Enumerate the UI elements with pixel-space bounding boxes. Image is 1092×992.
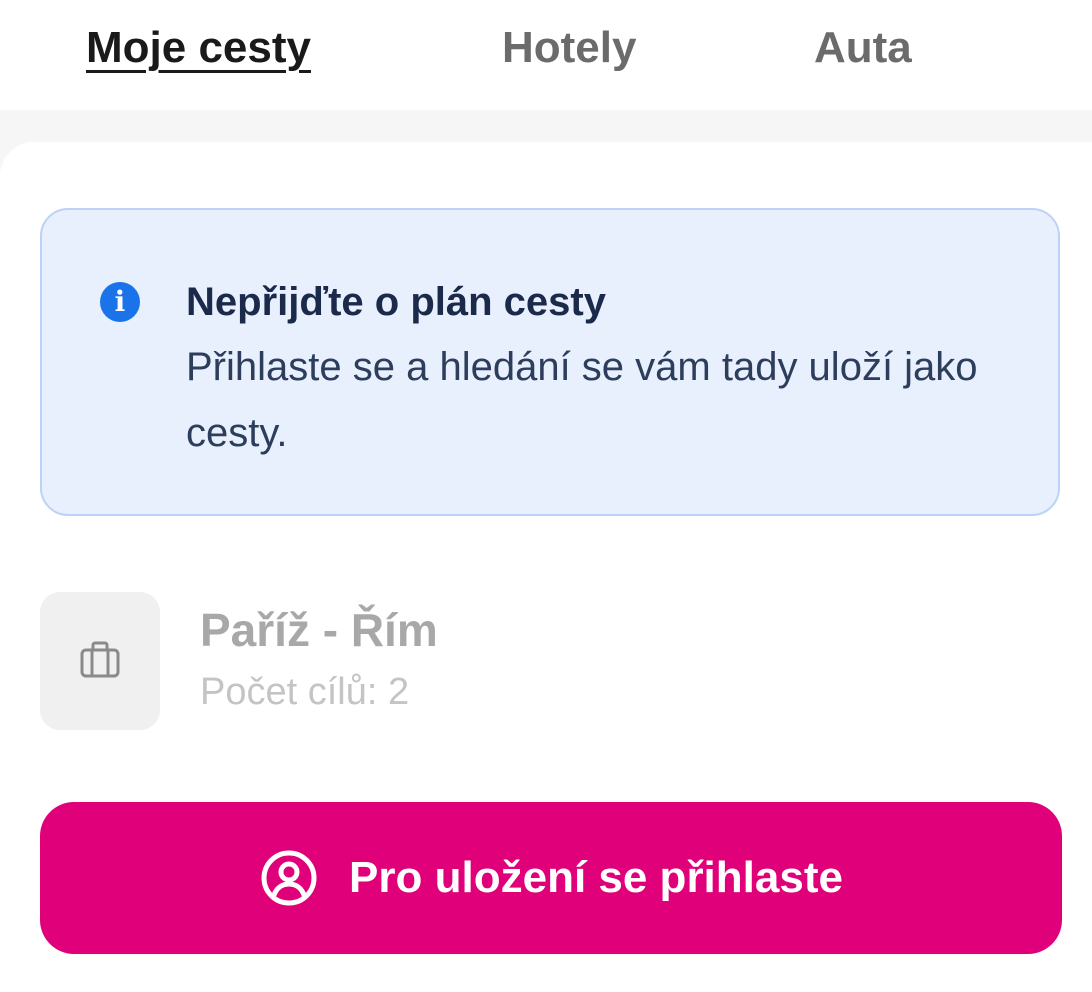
tab-hotely[interactable]: Hotely [502, 24, 636, 72]
trip-destination-count: Počet cílů: 2 [200, 671, 410, 713]
trips-panel: i Nepřijďte o plán cesty Přihlaste se a … [0, 142, 1092, 992]
briefcase-icon [80, 641, 120, 678]
tab-bar: Moje cesty Hotely Auta [0, 0, 1092, 110]
info-icon: i [100, 282, 140, 322]
notice-title: Nepřijďte o plán cesty [186, 280, 606, 324]
login-to-save-button[interactable]: Pro uložení se přihlaste [40, 802, 1062, 954]
trip-list-item[interactable]: Paříž - Řím Počet cílů: 2 [40, 592, 1060, 732]
login-notice: i Nepřijďte o plán cesty Přihlaste se a … [40, 208, 1060, 516]
tab-moje-cesty[interactable]: Moje cesty [86, 24, 311, 72]
trip-thumbnail [40, 592, 160, 730]
trip-title: Paříž - Řím [200, 604, 438, 656]
login-button-label: Pro uložení se přihlaste [349, 853, 843, 902]
notice-text: Přihlaste se a hledání se vám tady uloží… [186, 345, 978, 455]
user-circle-icon [259, 848, 319, 908]
tab-auta[interactable]: Auta [814, 24, 912, 72]
